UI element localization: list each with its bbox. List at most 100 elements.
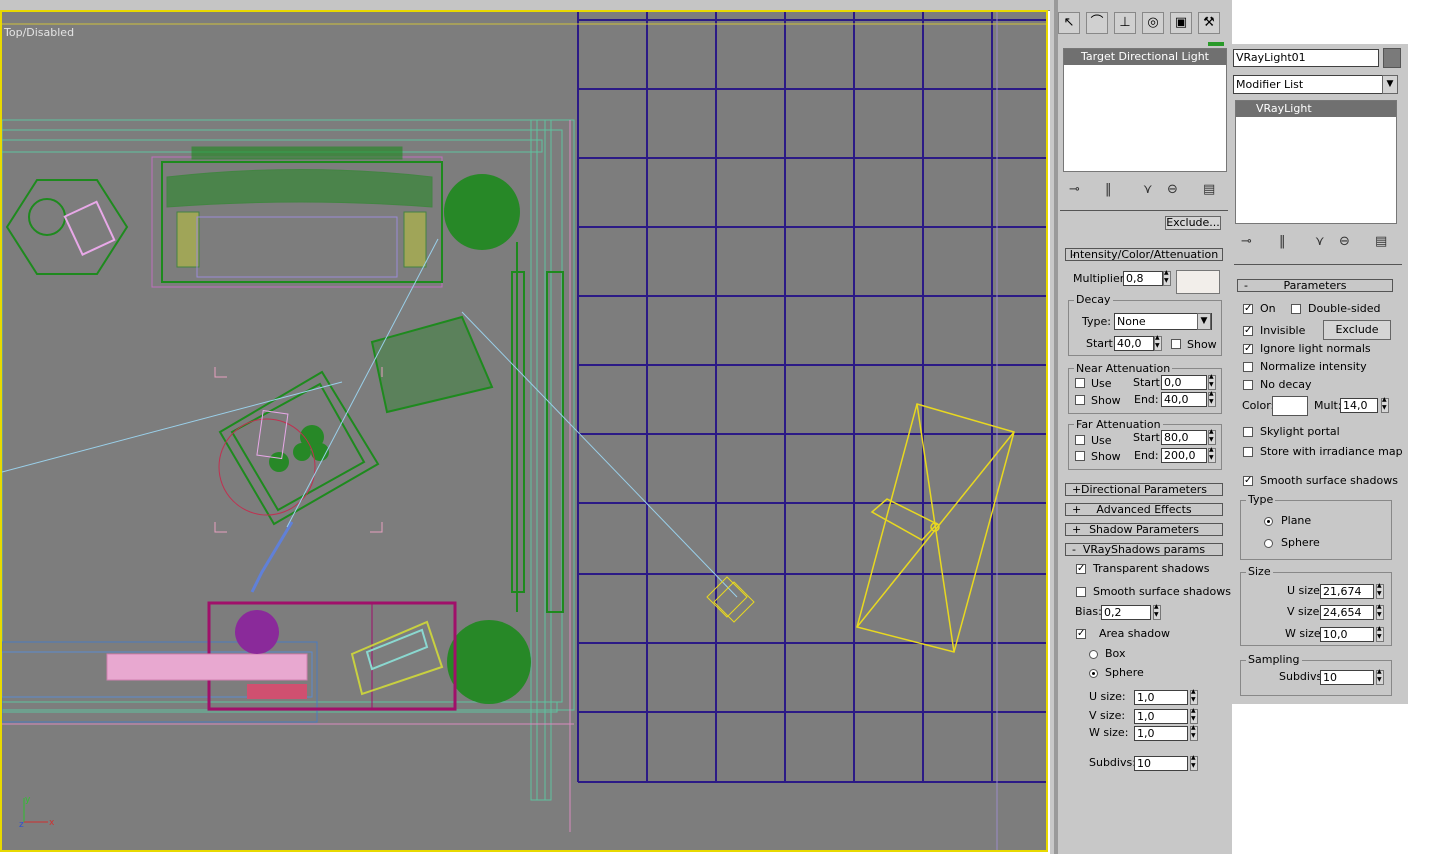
chevron-down-icon[interactable]: ▼ [1197, 313, 1211, 330]
shadow-w-size-input[interactable]: 1,0 [1134, 726, 1188, 741]
hierarchy-icon[interactable]: ⊥ [1114, 12, 1136, 34]
exclude-button[interactable]: Exclude [1323, 320, 1391, 340]
near-start-input[interactable]: 0,0 [1161, 375, 1207, 390]
v-size-spinner[interactable] [1376, 603, 1384, 620]
shadow-v-size-input[interactable]: 1,0 [1134, 709, 1188, 724]
chevron-down-icon[interactable]: ▼ [1382, 75, 1398, 94]
decay-title: Decay [1074, 293, 1113, 306]
v-size-input[interactable]: 24,654 [1320, 605, 1374, 620]
decay-type-value: None [1117, 315, 1146, 328]
subdivs-input[interactable]: 10 [1320, 670, 1374, 685]
modify-icon[interactable]: ⌒ [1086, 12, 1108, 34]
transparent-shadows-checkbox[interactable]: ✓ [1076, 564, 1086, 574]
near-use-checkbox[interactable] [1075, 378, 1085, 388]
show-end-result-icon[interactable]: ‖ [1105, 182, 1112, 197]
make-unique-icon[interactable]: ⋎ [1315, 234, 1325, 249]
rollout-parameters[interactable]: - Parameters [1237, 279, 1393, 292]
normalize-intensity-checkbox[interactable] [1243, 362, 1253, 372]
pin-stack-icon[interactable]: ⊸ [1069, 182, 1080, 197]
shadow-v-size-spinner[interactable] [1190, 707, 1198, 724]
decay-start-spinner[interactable] [1154, 334, 1162, 351]
sphere-type-radio[interactable] [1264, 539, 1273, 548]
vraylight-color-swatch[interactable] [1272, 396, 1308, 416]
rollout-vrayshadows[interactable]: - VRayShadows params [1065, 543, 1223, 556]
shadow-w-size-label: W size: [1089, 726, 1129, 739]
mult-spinner[interactable] [1381, 396, 1389, 413]
right-stack-item[interactable]: VRayLight [1236, 101, 1396, 117]
light-color-swatch[interactable] [1176, 270, 1220, 294]
remove-modifier-icon[interactable]: ⊖ [1339, 234, 1350, 249]
create-icon[interactable]: ↖ [1058, 12, 1080, 34]
rollout-directional-parameters[interactable]: + Directional Parameters [1065, 483, 1223, 496]
right-modifier-stack[interactable]: VRayLight [1235, 100, 1397, 224]
u-size-input[interactable]: 21,674 [1320, 584, 1374, 599]
smooth-surface-shadows-checkbox-left[interactable] [1076, 587, 1086, 597]
shadow-subdivs-spinner[interactable] [1190, 754, 1198, 771]
far-start-spinner[interactable] [1208, 428, 1216, 445]
make-unique-icon[interactable]: ⋎ [1143, 182, 1153, 197]
left-stack-item[interactable]: Target Directional Light [1064, 49, 1226, 65]
modifier-list-dropdown[interactable]: Modifier List [1233, 75, 1389, 94]
area-shadow-checkbox[interactable]: ✓ [1076, 629, 1086, 639]
decay-start-input[interactable]: 40,0 [1114, 336, 1154, 351]
multiplier-input[interactable]: 0,8 [1123, 271, 1163, 286]
subdivs-spinner[interactable] [1376, 668, 1384, 685]
near-start-spinner[interactable] [1208, 373, 1216, 390]
ignore-light-normals-checkbox[interactable]: ✓ [1243, 344, 1253, 354]
near-use-label: Use [1091, 377, 1112, 390]
w-size-input[interactable]: 10,0 [1320, 627, 1374, 642]
box-radio[interactable] [1089, 650, 1098, 659]
far-start-input[interactable]: 80,0 [1161, 430, 1207, 445]
on-checkbox[interactable]: ✓ [1243, 304, 1253, 314]
invisible-checkbox[interactable]: ✓ [1243, 326, 1253, 336]
mult-input[interactable]: 14,0 [1340, 398, 1378, 413]
sphere-radio[interactable] [1089, 669, 1098, 678]
rollout-intensity[interactable]: - Intensity/Color/Attenuation [1065, 248, 1223, 261]
exclude-button-left[interactable]: Exclude... [1165, 216, 1221, 230]
far-use-checkbox[interactable] [1075, 435, 1085, 445]
left-modifier-stack[interactable]: Target Directional Light [1063, 48, 1227, 172]
panel-scrollbar[interactable] [1054, 0, 1058, 854]
far-end-input[interactable]: 200,0 [1161, 448, 1207, 463]
double-sided-checkbox[interactable] [1291, 304, 1301, 314]
viewport-top[interactable]: Top/Disabled y x z [0, 10, 1048, 852]
multiplier-spinner[interactable] [1163, 269, 1171, 286]
shadow-subdivs-input[interactable]: 10 [1134, 756, 1188, 771]
near-end-input[interactable]: 40,0 [1161, 392, 1207, 407]
pin-stack-icon[interactable]: ⊸ [1241, 234, 1252, 249]
configure-sets-icon[interactable]: ▤ [1375, 234, 1387, 249]
near-show-checkbox[interactable] [1075, 395, 1085, 405]
shadow-u-size-spinner[interactable] [1190, 688, 1198, 705]
rollout-shadow-parameters[interactable]: + Shadow Parameters [1065, 523, 1223, 536]
w-size-spinner[interactable] [1376, 625, 1384, 642]
object-name-input[interactable]: VRayLight01 [1233, 49, 1379, 67]
divider [1060, 210, 1228, 211]
bias-spinner[interactable] [1153, 603, 1161, 620]
no-decay-checkbox[interactable] [1243, 380, 1253, 390]
motion-icon[interactable]: ◎ [1142, 12, 1164, 34]
shadow-u-size-input[interactable]: 1,0 [1134, 690, 1188, 705]
smooth-surface-shadows-checkbox[interactable]: ✓ [1243, 476, 1253, 486]
invisible-label: Invisible [1260, 324, 1306, 337]
near-end-spinner[interactable] [1208, 390, 1216, 407]
skylight-portal-checkbox[interactable] [1243, 427, 1253, 437]
utilities-icon[interactable]: ⚒ [1198, 12, 1220, 34]
configure-sets-icon[interactable]: ▤ [1203, 182, 1215, 197]
bias-input[interactable]: 0,2 [1101, 605, 1151, 620]
shadow-w-size-spinner[interactable] [1190, 724, 1198, 741]
far-end-spinner[interactable] [1208, 446, 1216, 463]
far-show-checkbox[interactable] [1075, 451, 1085, 461]
display-icon[interactable]: ▣ [1170, 12, 1192, 34]
scene-wireframe[interactable]: y x z [2, 12, 1046, 850]
store-irradiance-checkbox[interactable] [1243, 447, 1253, 457]
object-color-swatch[interactable] [1383, 48, 1401, 68]
sofa [151, 146, 443, 288]
decay-show-checkbox[interactable] [1171, 339, 1181, 349]
u-size-spinner[interactable] [1376, 582, 1384, 599]
v-size-label: V size: [1287, 605, 1324, 618]
rollout-advanced-effects[interactable]: + Advanced Effects [1065, 503, 1223, 516]
plane-radio[interactable] [1264, 517, 1273, 526]
show-end-result-icon[interactable]: ‖ [1279, 234, 1286, 249]
remove-modifier-icon[interactable]: ⊖ [1167, 182, 1178, 197]
type-title: Type [1246, 493, 1276, 506]
